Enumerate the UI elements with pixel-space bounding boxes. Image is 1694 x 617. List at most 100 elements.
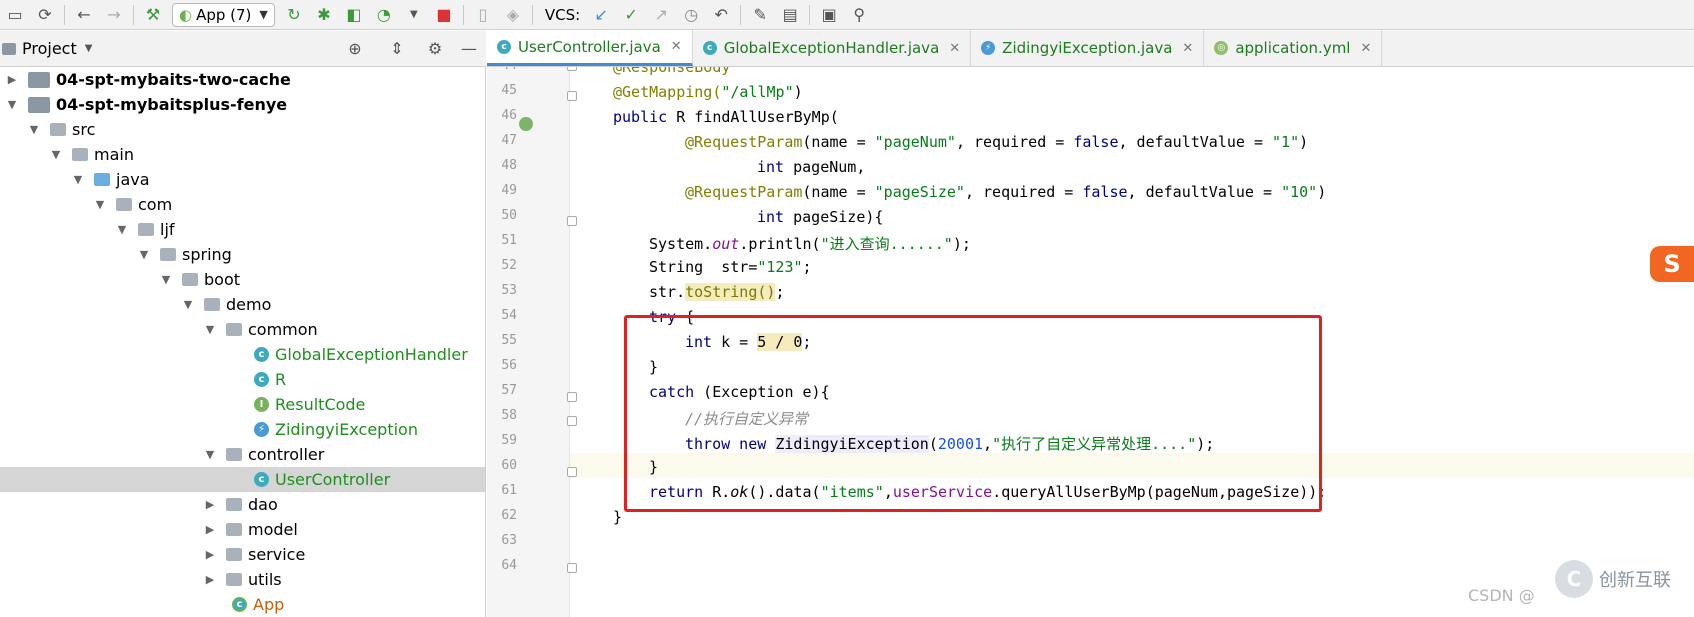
tree-item-package[interactable]: ▶ model [0,517,485,542]
profile-icon[interactable]: ◔ [373,4,395,26]
settings-wrench-icon[interactable]: ✎ [749,4,771,26]
spring-endpoint-icon[interactable] [519,117,533,131]
csdn-watermark: CSDN @ [1468,586,1535,605]
tree-item-package[interactable]: ▼ controller [0,442,485,467]
project-structure-icon[interactable]: ▤ [779,4,801,26]
fold-marker-icon[interactable] [567,563,577,573]
keyword: int [757,208,785,226]
tree-item-label: service [248,545,306,564]
fold-marker-icon[interactable] [567,91,577,101]
vcs-update-icon[interactable]: ↙ [590,4,612,26]
chevron-right-icon[interactable]: ▶ [4,73,20,86]
folder-icon [72,148,88,161]
chevron-down-icon[interactable]: ▼ [114,223,130,236]
tree-item-folder[interactable]: ▼ src [0,117,485,142]
back-icon[interactable]: ← [73,4,95,26]
save-icon[interactable]: ▭ [4,4,26,26]
chevron-down-icon[interactable]: ▼ [202,323,218,336]
chevron-down-icon[interactable]: ▼ [92,198,108,211]
code-line-49: @RequestParam(name = "pageSize", require… [685,183,1326,201]
code-token: ); [952,235,971,253]
chevron-down-icon[interactable]: ▼ [136,248,152,261]
chevron-right-icon[interactable]: ▶ [202,573,218,586]
tab-application-yml[interactable]: ◎ application.yml ✕ [1204,30,1383,66]
class-icon: c [497,39,511,54]
chevron-down-icon[interactable]: ▼ [180,298,196,311]
tree-item-package[interactable]: ▶ service [0,542,485,567]
collapse-all-icon[interactable]: ⇕ [386,38,408,60]
vcs-history-icon[interactable]: ◷ [680,4,702,26]
tree-item-class-selected[interactable]: c UserController [0,467,485,492]
chevron-right-icon[interactable]: ▶ [202,523,218,536]
tree-item-module[interactable]: ▶ 04-spt-mybaits-two-cache [0,67,485,92]
build-hammer-icon[interactable]: ⚒ [142,4,164,26]
chevron-right-icon[interactable]: ▶ [202,548,218,561]
chevron-down-icon[interactable]: ▼ [403,4,425,26]
module-folder-icon [28,96,50,113]
tree-item-package[interactable]: ▼ ljf [0,217,485,242]
close-icon[interactable]: ✕ [1360,41,1371,56]
chevron-down-icon[interactable]: ▼ [158,273,174,286]
static-field: out [712,235,740,253]
deploy-icon[interactable]: ◈ [502,4,524,26]
rerun-icon[interactable]: ↻ [283,4,305,26]
vcs-commit-icon[interactable]: ✓ [620,4,642,26]
fold-marker-icon[interactable] [567,392,577,402]
tab-usercontroller[interactable]: c UserController.java ✕ [487,30,693,66]
tree-item-class[interactable]: c GlobalExceptionHandler [0,342,485,367]
tab-zidingyiexception[interactable]: ⚡ ZidingyiException.java ✕ [971,30,1205,66]
chevron-right-icon[interactable]: ▶ [202,498,218,511]
code-token: pageNum, [784,158,866,176]
chevron-down-icon[interactable]: ▼ [48,148,64,161]
debug-bug-icon[interactable]: ✱ [313,4,335,26]
tree-item-package[interactable]: ▼ boot [0,267,485,292]
fold-marker-icon[interactable] [567,67,577,71]
code-token: pageSize){ [784,208,884,226]
package-icon [226,523,242,536]
vcs-rollback-icon[interactable]: ↶ [710,4,732,26]
vcs-push-icon[interactable]: ↗ [650,4,672,26]
module-folder-icon [28,71,50,88]
fold-marker-icon[interactable] [567,467,577,477]
chevron-down-icon[interactable]: ▼ [202,448,218,461]
run-configuration-select[interactable]: ◐ App (7) ▼ [172,2,275,27]
sogou-ime-icon[interactable]: S [1650,246,1694,282]
package-icon [226,498,242,511]
fold-marker-icon[interactable] [567,216,577,226]
chevron-down-icon[interactable]: ▼ [70,173,86,186]
tab-label: UserController.java [518,37,661,56]
fold-marker-icon[interactable] [567,416,577,426]
tree-item-class[interactable]: c App [0,592,485,617]
tree-item-package[interactable]: ▼ demo [0,292,485,317]
terminal-icon[interactable]: ▣ [818,4,840,26]
close-icon[interactable]: ✕ [949,41,960,56]
tree-item-package[interactable]: ▼ common [0,317,485,342]
tree-item-interface[interactable]: I ResultCode [0,392,485,417]
stop-icon[interactable]: ■ [433,4,455,26]
attach-icon[interactable]: ▯ [472,4,494,26]
coverage-icon[interactable]: ◧ [343,4,365,26]
tree-item-package[interactable]: ▶ dao [0,492,485,517]
gear-icon[interactable]: ⚙ [424,38,446,60]
forward-icon[interactable]: → [103,4,125,26]
tree-item-class[interactable]: c R [0,367,485,392]
locate-crosshair-icon[interactable]: ⊕ [344,38,366,60]
tree-item-folder[interactable]: ▼ main [0,142,485,167]
search-icon[interactable]: ⚲ [848,4,870,26]
tree-item-folder[interactable]: ▼ java [0,167,485,192]
tree-item-module[interactable]: ▼ 04-spt-mybaitsplus-fenye [0,92,485,117]
tree-item-package[interactable]: ▼ com [0,192,485,217]
close-icon[interactable]: ✕ [1182,41,1193,56]
hide-panel-icon[interactable]: — [458,38,480,60]
tree-item-package[interactable]: ▶ utils [0,567,485,592]
close-icon[interactable]: ✕ [671,39,682,54]
line-number: 62 [501,508,517,523]
chevron-down-icon[interactable]: ▼ [4,98,20,111]
yaml-file-icon: ◎ [1214,41,1229,55]
sync-icon[interactable]: ⟳ [34,4,56,26]
tree-item-package[interactable]: ▼ spring [0,242,485,267]
chevron-down-icon[interactable]: ▼ [26,123,42,136]
tab-globalexceptionhandler[interactable]: c GlobalExceptionHandler.java ✕ [693,30,972,66]
project-view-selector[interactable]: Project ▼ [0,39,92,58]
tree-item-exception[interactable]: ⚡ ZidingyiException [0,417,485,442]
